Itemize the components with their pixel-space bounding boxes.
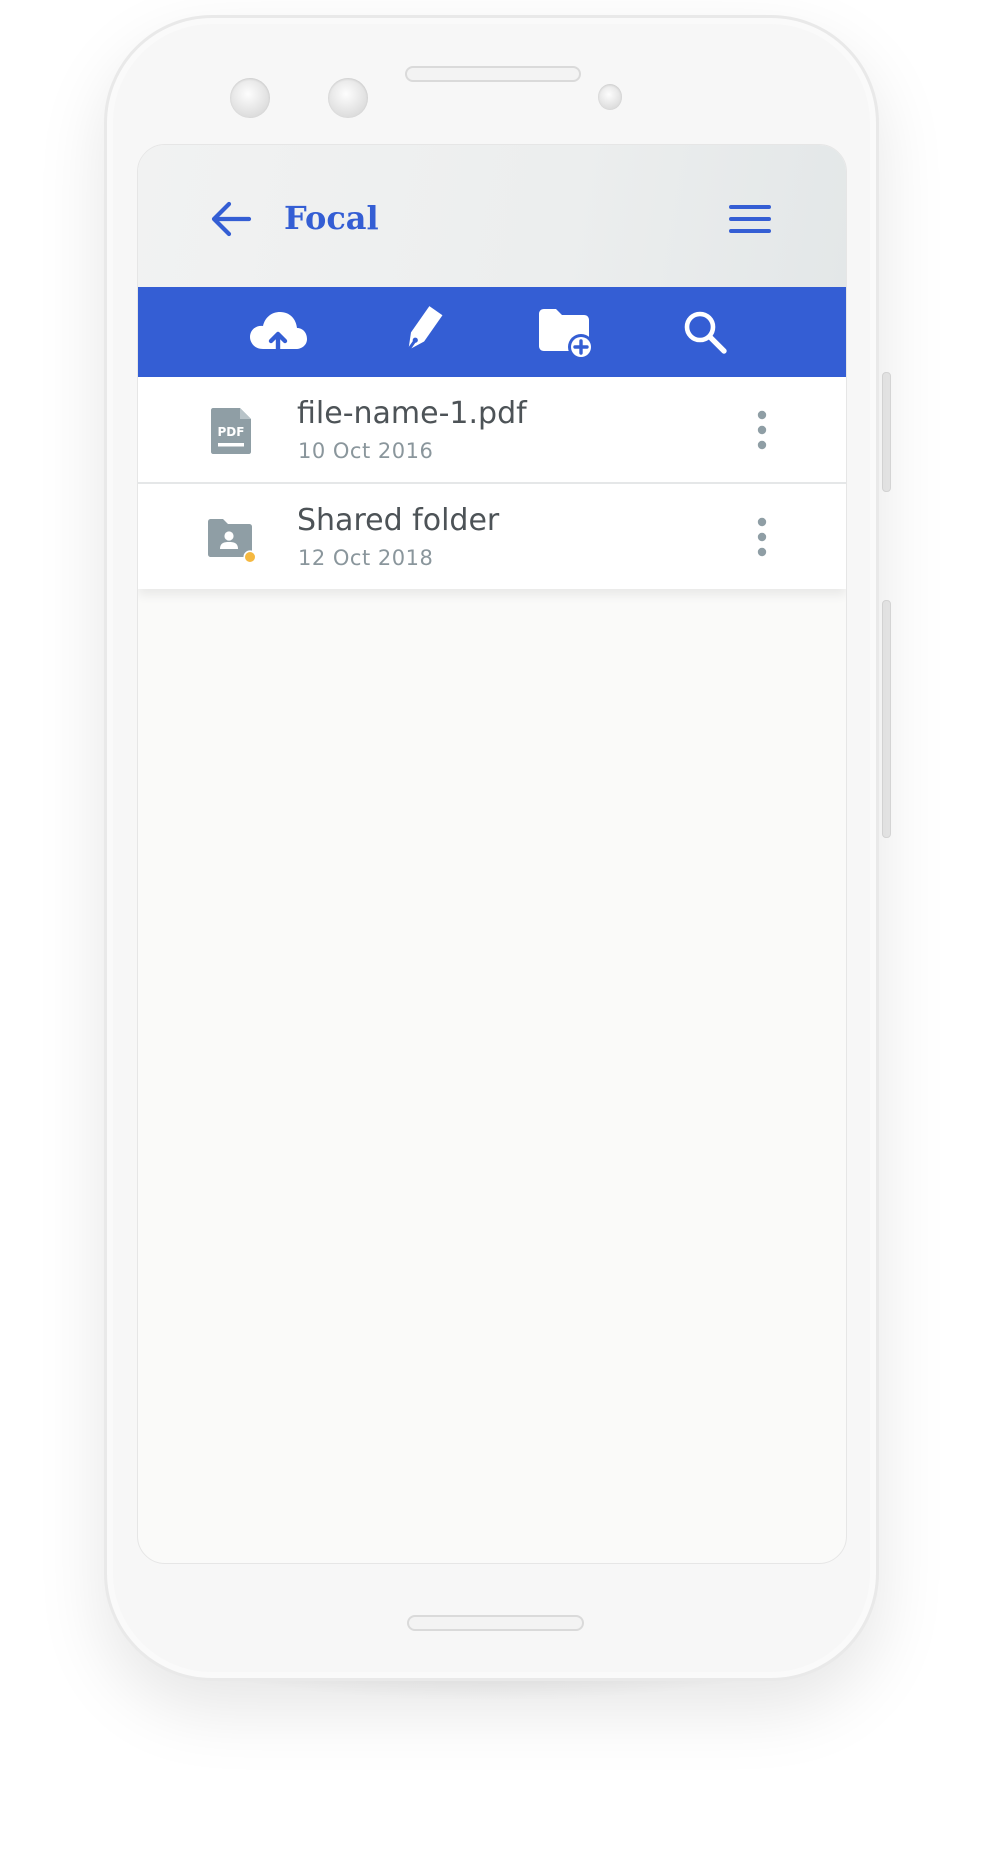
back-button[interactable] [210, 201, 252, 237]
upload-button[interactable] [248, 304, 308, 360]
search-icon [684, 311, 727, 354]
app-screen: Focal PDF file-name-1.pdf 10 Oct 2016 Sh… [137, 144, 847, 1564]
earpiece-speaker [405, 66, 581, 82]
search-button[interactable] [675, 304, 735, 360]
pdf-file-icon: PDF [206, 406, 256, 456]
folder-add-icon [539, 309, 594, 360]
arrow-left-icon [211, 201, 252, 237]
file-list: PDF file-name-1.pdf 10 Oct 2016 Shared f… [138, 377, 846, 589]
file-row[interactable]: Shared folder 12 Oct 2018 [138, 482, 846, 589]
action-toolbar [138, 287, 846, 377]
front-camera [230, 78, 270, 118]
file-name: Shared folder [297, 503, 500, 538]
shared-folder-icon [206, 513, 257, 564]
file-date: 12 Oct 2018 [298, 546, 434, 570]
app-bar: Focal [138, 145, 846, 287]
svg-text:PDF: PDF [218, 425, 245, 439]
file-date: 10 Oct 2016 [298, 439, 434, 463]
cloud-upload-icon [250, 312, 307, 354]
menu-button[interactable] [729, 202, 771, 236]
new-folder-button[interactable] [536, 304, 596, 360]
edit-button[interactable] [391, 304, 451, 360]
more-vertical-icon [757, 517, 767, 557]
file-name: file-name-1.pdf [297, 396, 527, 431]
proximity-sensor [598, 84, 622, 110]
file-row[interactable]: PDF file-name-1.pdf 10 Oct 2016 [138, 377, 846, 482]
pen-edit-icon [407, 306, 443, 351]
more-options-button[interactable] [747, 407, 777, 453]
app-title: Focal [284, 199, 379, 237]
hamburger-menu-icon [729, 205, 771, 233]
volume-button [882, 372, 891, 492]
power-button [882, 600, 891, 838]
home-bar [407, 1615, 584, 1631]
more-options-button[interactable] [747, 514, 777, 560]
more-vertical-icon [757, 410, 767, 450]
front-camera-secondary [328, 78, 368, 118]
